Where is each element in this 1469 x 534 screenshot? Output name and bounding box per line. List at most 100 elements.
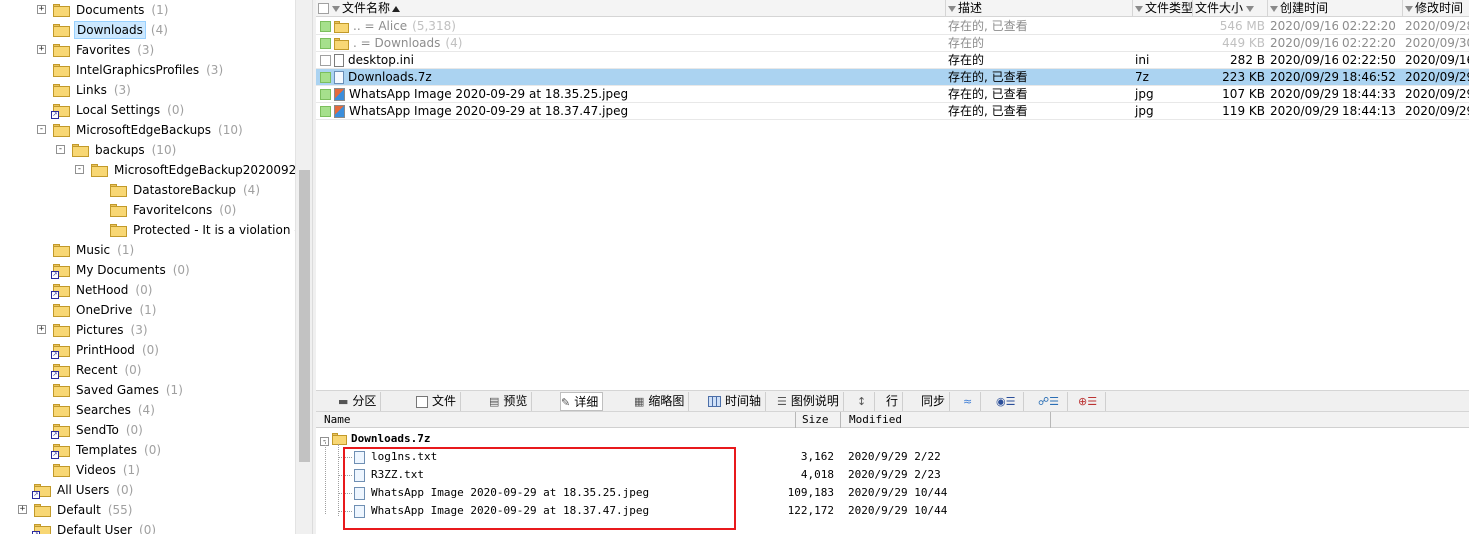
tree-item[interactable]: + Favorites (3) bbox=[37, 40, 154, 60]
row-checkbox[interactable] bbox=[320, 55, 331, 66]
select-all-checkbox[interactable] bbox=[318, 3, 329, 14]
tab-thumbnail[interactable]: ▦ 缩略图 bbox=[634, 392, 690, 411]
view-toolbar: ▬ 分区 文件 ▤ 预览 ✎ 详细 ▦ 缩略图 时间轴 ☰ 图例说明 ↕ 行 同步 ≈ ◉… bbox=[316, 390, 1469, 412]
tree-item-label: Favorites bbox=[76, 43, 131, 57]
tab-file[interactable]: 文件 bbox=[416, 392, 462, 411]
tree-item[interactable]: DatastoreBackup (4) bbox=[110, 180, 260, 200]
row-checkbox[interactable] bbox=[320, 106, 331, 117]
tab-timeline[interactable]: 时间轴 bbox=[708, 392, 767, 411]
tree-item[interactable]: - MicrosoftEdgeBackups (10) bbox=[37, 120, 243, 140]
row-checkbox[interactable] bbox=[320, 72, 331, 83]
col-header-modified[interactable]: 修改时间 bbox=[1403, 0, 1469, 17]
preview-col-modified[interactable]: Modified bbox=[841, 412, 1051, 428]
tree-item[interactable]: ↗ Default User (0) bbox=[32, 520, 156, 534]
tree-item[interactable]: - MicrosoftEdgeBackup20200928 bbox=[75, 160, 295, 180]
row-button[interactable]: 行 bbox=[886, 392, 904, 411]
tree-scrollbar-thumb[interactable] bbox=[299, 170, 310, 462]
tree-item[interactable]: Links (3) bbox=[53, 80, 131, 100]
expand-toggle[interactable]: + bbox=[37, 5, 46, 14]
tree-item[interactable]: ↗ My Documents (0) bbox=[51, 260, 190, 280]
tree-item[interactable]: - backups (10) bbox=[56, 140, 177, 160]
row-checkbox[interactable] bbox=[320, 89, 331, 100]
tree-item-count: (10) bbox=[151, 143, 177, 157]
filter-icon[interactable] bbox=[1246, 5, 1255, 12]
tab-preview[interactable]: ▤ 预览 bbox=[489, 392, 533, 411]
filter-icon[interactable] bbox=[1270, 5, 1278, 12]
folder-icon bbox=[72, 143, 89, 157]
tree-item[interactable]: IntelGraphicsProfiles (3) bbox=[53, 60, 223, 80]
tree-item-label: My Documents bbox=[76, 263, 166, 277]
collapse-toggle[interactable]: - bbox=[37, 125, 46, 134]
filter-icon[interactable] bbox=[332, 5, 340, 12]
tree-item[interactable]: ↗ NetHood (0) bbox=[51, 280, 152, 300]
tree-item-count: (0) bbox=[172, 263, 190, 277]
col-header-name[interactable]: 文件名称 bbox=[316, 0, 946, 17]
col-header-size[interactable]: 文件大小 bbox=[1193, 0, 1268, 17]
file-row[interactable]: WhatsApp Image 2020-09-29 at 18.37.47.jp… bbox=[316, 103, 1469, 120]
tree-item[interactable]: ↗ Templates (0) bbox=[51, 440, 161, 460]
tree-item[interactable]: Searches (4) bbox=[53, 400, 155, 420]
tree-item-label: MicrosoftEdgeBackup20200928 bbox=[114, 163, 295, 177]
tree-item[interactable]: Downloads (4) bbox=[53, 20, 168, 40]
file-desc: 存在的, 已查看 bbox=[948, 87, 1028, 101]
col-header-type[interactable]: 文件类型 bbox=[1133, 0, 1193, 17]
tree-item-label: IntelGraphicsProfiles bbox=[76, 63, 200, 77]
find-button[interactable]: ◉☰ bbox=[996, 392, 1025, 411]
tree-item[interactable]: ↗ Local Settings (0) bbox=[51, 100, 184, 120]
filter-icon[interactable] bbox=[948, 5, 956, 12]
expand-toggle[interactable]: + bbox=[18, 505, 27, 514]
filter-icon[interactable] bbox=[1135, 5, 1143, 12]
row-checkbox[interactable] bbox=[320, 38, 331, 49]
tab-legend[interactable]: ☰ 图例说明 bbox=[777, 392, 844, 411]
tab-detail[interactable]: ✎ 详细 bbox=[560, 392, 604, 411]
tab-partition[interactable]: ▬ 分区 bbox=[338, 392, 382, 411]
file-row[interactable]: .. = Alice (5,318) 存在的, 已查看 546 MB 2020/09/1… bbox=[316, 18, 1469, 35]
file-name: .. = Alice bbox=[353, 19, 408, 33]
expand-toggle[interactable]: + bbox=[37, 45, 46, 54]
tree-item[interactable]: ↗ Recent (0) bbox=[51, 360, 141, 380]
wave-button[interactable]: ≈ bbox=[963, 392, 982, 411]
tree-item-label: Searches bbox=[76, 403, 131, 417]
expand-toggle[interactable]: + bbox=[37, 325, 46, 334]
tree-item-count: (4) bbox=[137, 403, 155, 417]
file-desc: 存在的, 已查看 bbox=[948, 104, 1028, 118]
row-checkbox[interactable] bbox=[320, 21, 331, 32]
col-header-desc[interactable]: 描述 bbox=[946, 0, 1133, 17]
folder-tree[interactable]: + Documents (1) Downloads (4) + Favorites (3) In… bbox=[0, 0, 295, 534]
tree-item-label: Saved Games bbox=[76, 383, 159, 397]
tag-button[interactable]: ☍☰ bbox=[1038, 392, 1069, 411]
tree-item[interactable]: Videos (1) bbox=[53, 460, 140, 480]
file-row[interactable]: desktop.ini 存在的 ini 282 B 2020/09/16 02:22:50… bbox=[316, 52, 1469, 69]
tree-item[interactable]: + Documents (1) bbox=[37, 0, 168, 20]
file-list: 文件名称 描述 文件类型 文件大小 创建时间 修改时间 .. = Alice (5… bbox=[316, 0, 1469, 389]
file-icon bbox=[416, 395, 428, 408]
tree-item[interactable]: ↗ All Users (0) bbox=[32, 480, 133, 500]
tree-item[interactable]: ↗ PrintHood (0) bbox=[51, 340, 159, 360]
file-row[interactable]: Downloads.7z 存在的, 已查看 7z 223 KB 2020/09/29 18… bbox=[316, 69, 1469, 86]
collapse-toggle[interactable]: - bbox=[75, 165, 84, 174]
file-count: (4) bbox=[445, 36, 463, 50]
file-row[interactable]: WhatsApp Image 2020-09-29 at 18.35.25.jp… bbox=[316, 86, 1469, 103]
tree-item[interactable]: + Default (55) bbox=[18, 500, 133, 520]
tree-item[interactable]: Saved Games (1) bbox=[53, 380, 183, 400]
tree-item[interactable]: + Pictures (3) bbox=[37, 320, 148, 340]
preview-icon: ▤ bbox=[489, 395, 500, 408]
collapse-toggle[interactable]: - bbox=[56, 145, 65, 154]
sort-toggle[interactable]: ↕ bbox=[857, 392, 876, 411]
preview-col-size[interactable]: Size bbox=[796, 412, 841, 428]
tree-item[interactable]: ↗ SendTo (0) bbox=[51, 420, 143, 440]
tree-scrollbar[interactable] bbox=[295, 0, 312, 534]
sync-button[interactable]: 同步 bbox=[921, 392, 951, 411]
tree-item[interactable]: Music (1) bbox=[53, 240, 134, 260]
file-row[interactable]: . = Downloads (4) 存在的 449 KB 2020/09/16 02:22… bbox=[316, 35, 1469, 52]
tree-item[interactable]: Protected - It is a violation of bbox=[110, 220, 295, 240]
tree-item-count: (1) bbox=[139, 303, 157, 317]
archive-root-row[interactable]: - Downloads.7z bbox=[320, 430, 430, 447]
preview-col-name[interactable]: Name bbox=[316, 412, 796, 428]
tree-item[interactable]: FavoriteIcons (0) bbox=[110, 200, 236, 220]
tree-item[interactable]: OneDrive (1) bbox=[53, 300, 156, 320]
col-header-created[interactable]: 创建时间 bbox=[1268, 0, 1403, 17]
filter-icon[interactable] bbox=[1405, 5, 1413, 12]
target-button[interactable]: ⊕☰ bbox=[1078, 392, 1107, 411]
file-name: WhatsApp Image 2020-09-29 at 18.35.25.jp… bbox=[349, 87, 629, 101]
